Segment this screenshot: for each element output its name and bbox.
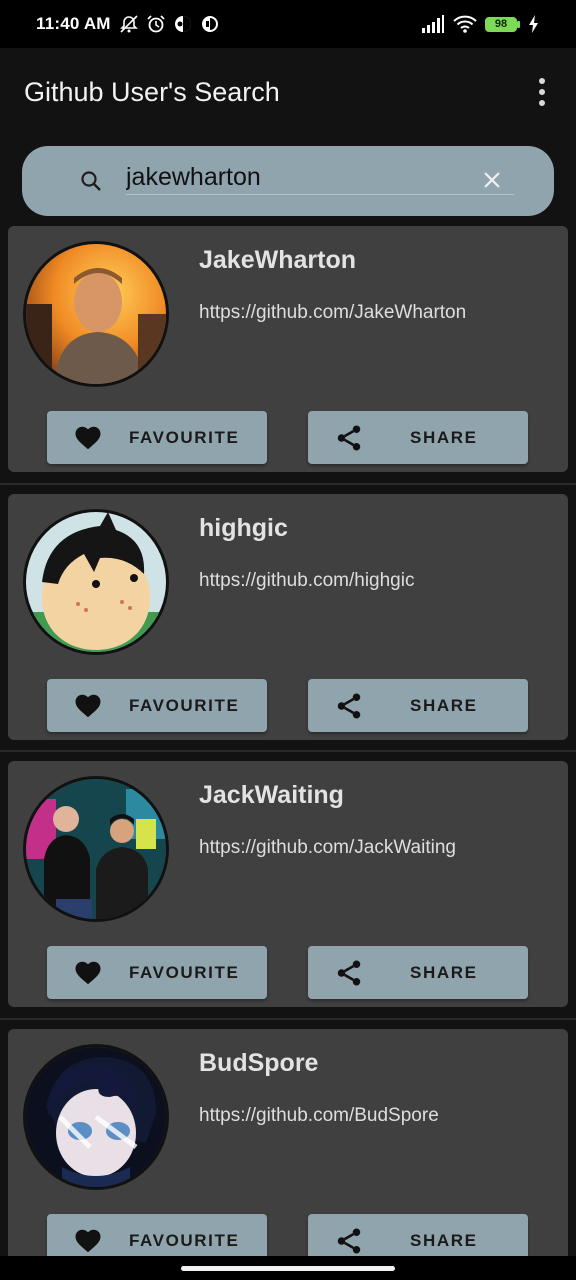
- charging-icon: [529, 15, 538, 33]
- status-icons-left: [119, 14, 220, 34]
- avatar-image: [26, 244, 166, 384]
- mute-alarm-icon: [119, 15, 138, 33]
- avatar-image: [26, 512, 166, 652]
- user-card: JakeWharton https://github.com/JakeWhart…: [8, 226, 568, 472]
- favourite-label: FAVOURITE: [129, 696, 240, 715]
- avatar: [23, 509, 169, 655]
- divider: [0, 1018, 576, 1020]
- search-bar[interactable]: [22, 146, 554, 216]
- avatar: [23, 241, 169, 387]
- divider: [0, 483, 576, 485]
- username: JakeWharton: [199, 246, 356, 274]
- share-button[interactable]: SHARE: [308, 946, 528, 999]
- user-url[interactable]: https://github.com/JackWaiting: [199, 837, 456, 859]
- favourite-button[interactable]: FAVOURITE: [47, 946, 267, 999]
- status-bar: 11:40 AM 98: [0, 0, 576, 48]
- wifi-icon: [453, 15, 477, 33]
- home-gesture-handle[interactable]: [181, 1266, 395, 1271]
- navigation-bar: [0, 1256, 576, 1280]
- status-right: 98: [421, 14, 540, 34]
- page-title: Github User's Search: [24, 76, 280, 107]
- heart-icon: [75, 1229, 101, 1253]
- battery-tip: [517, 20, 520, 28]
- username: highgic: [199, 514, 288, 542]
- avatar: [23, 1044, 169, 1190]
- share-icon: [337, 693, 361, 719]
- heart-icon: [75, 426, 101, 450]
- favourite-button[interactable]: FAVOURITE: [47, 679, 267, 732]
- share-icon: [337, 960, 361, 986]
- app-icon-2: [201, 16, 218, 32]
- signal-icon: [422, 15, 444, 33]
- share-button[interactable]: SHARE: [308, 679, 528, 732]
- status-left: 11:40 AM: [36, 14, 220, 34]
- user-card: BudSpore https://github.com/BudSpore FAV…: [8, 1029, 568, 1275]
- user-url[interactable]: https://github.com/highgic: [199, 570, 414, 592]
- status-time: 11:40 AM: [36, 14, 111, 33]
- divider: [0, 750, 576, 752]
- favourite-label: FAVOURITE: [129, 963, 240, 982]
- overflow-menu-icon[interactable]: [532, 72, 552, 112]
- avatar-image: [26, 1047, 166, 1187]
- share-label: SHARE: [410, 428, 478, 447]
- share-button[interactable]: SHARE: [308, 411, 528, 464]
- avatar-image: [26, 779, 166, 919]
- username: JackWaiting: [199, 781, 344, 809]
- battery-icon: 98: [485, 16, 517, 32]
- user-card: JackWaiting https://github.com/JackWaiti…: [8, 761, 568, 1007]
- user-url[interactable]: https://github.com/BudSpore: [199, 1105, 439, 1127]
- favourite-label: FAVOURITE: [129, 428, 240, 447]
- username: BudSpore: [199, 1049, 319, 1077]
- alarm-icon: [147, 15, 165, 33]
- search-icon: [81, 171, 101, 191]
- share-label: SHARE: [410, 963, 478, 982]
- avatar: [23, 776, 169, 922]
- menu-dot: [539, 78, 545, 84]
- heart-icon: [75, 961, 101, 985]
- menu-dot: [539, 100, 545, 106]
- share-label: SHARE: [410, 696, 478, 715]
- favourite-button[interactable]: FAVOURITE: [47, 411, 267, 464]
- user-url[interactable]: https://github.com/JakeWharton: [199, 302, 466, 324]
- close-icon[interactable]: [482, 170, 502, 190]
- search-input[interactable]: [126, 160, 514, 195]
- share-icon: [337, 425, 361, 451]
- app-bar: Github User's Search: [0, 48, 576, 136]
- user-card: highgic https://github.com/highgic FAVOU…: [8, 494, 568, 740]
- share-icon: [337, 1228, 361, 1254]
- app-icon: [174, 16, 191, 32]
- heart-icon: [75, 694, 101, 718]
- menu-dot: [539, 89, 545, 95]
